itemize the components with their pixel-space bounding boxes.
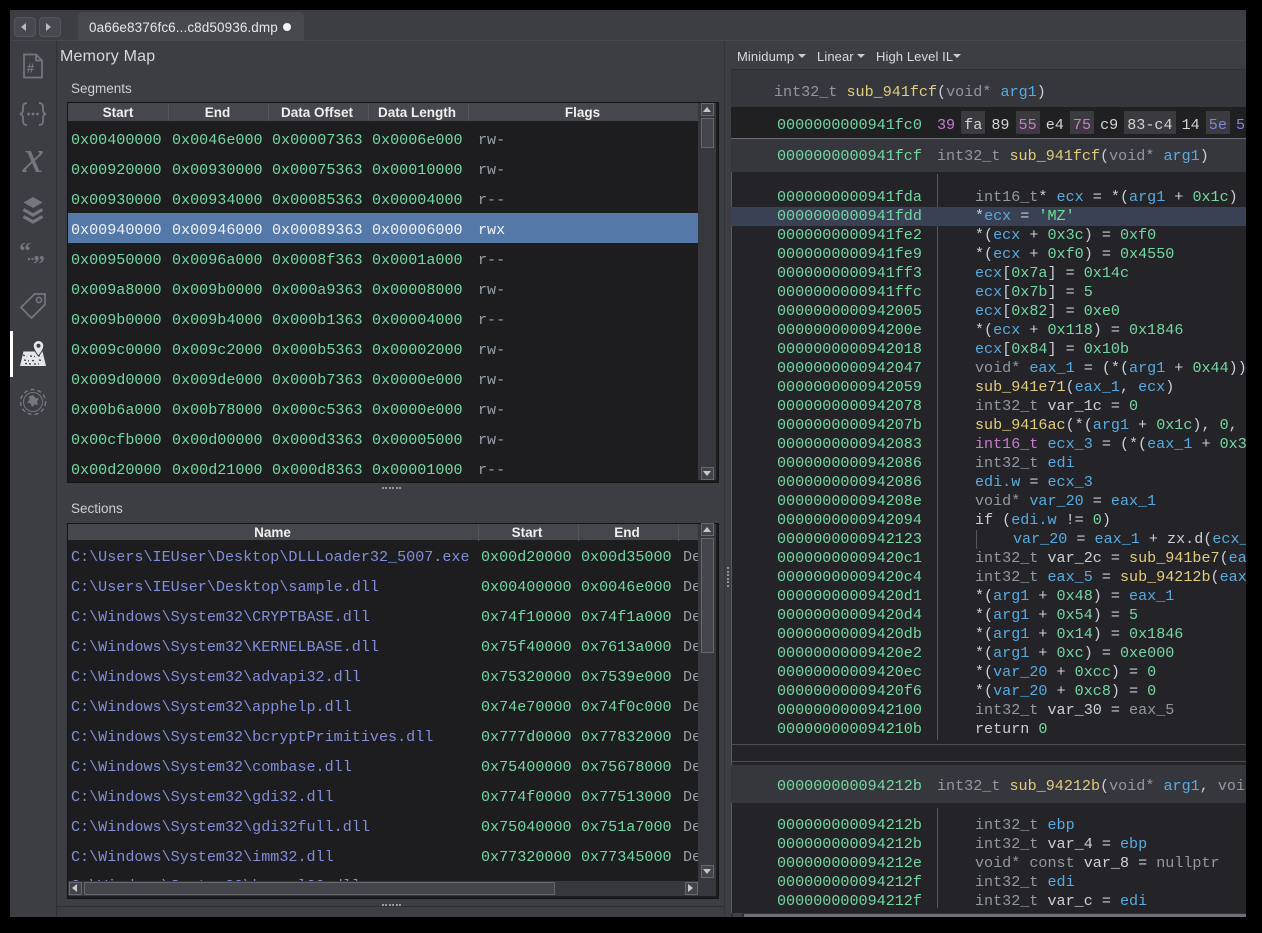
svg-text:#: #: [27, 61, 35, 76]
svg-text:”: ”: [33, 252, 45, 273]
svg-text:x: x: [22, 147, 44, 177]
svg-text:“: “: [19, 243, 31, 265]
